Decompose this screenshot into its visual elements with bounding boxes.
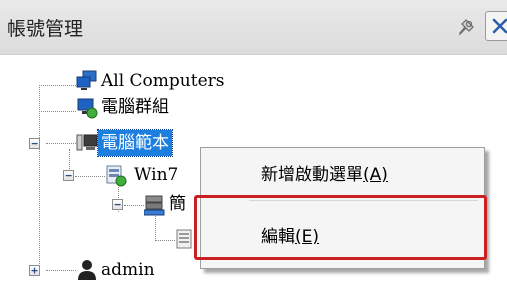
collapse-toggle[interactable]: − bbox=[112, 199, 123, 210]
tree-item-subfolder[interactable]: 簡 bbox=[144, 191, 189, 217]
tree-line bbox=[75, 176, 105, 177]
tree-item-label: admin bbox=[101, 260, 155, 280]
menu-item-accelerator: (A) bbox=[363, 165, 388, 185]
tree-item-win7[interactable]: Win7 bbox=[105, 162, 181, 188]
tree-line bbox=[124, 205, 144, 206]
computer-template-icon bbox=[76, 134, 98, 151]
menu-item-label: 新增啟動選單 bbox=[261, 165, 363, 185]
tree-line bbox=[46, 270, 76, 271]
tree-item-label: 簡 bbox=[169, 194, 186, 214]
monitor-group-icon bbox=[77, 98, 98, 119]
tree-line bbox=[39, 111, 76, 112]
collapse-toggle[interactable]: − bbox=[63, 170, 74, 181]
user-icon bbox=[78, 260, 96, 280]
disk-image-icon bbox=[106, 165, 127, 187]
server-icon bbox=[144, 195, 165, 216]
expand-toggle[interactable]: + bbox=[29, 265, 40, 276]
window-title: 帳號管理 bbox=[7, 18, 84, 40]
tree-item-label: All Computers bbox=[101, 71, 225, 91]
tree-item-all-computers[interactable]: All Computers bbox=[76, 68, 228, 94]
highlight-annotation bbox=[194, 195, 487, 260]
tree-line bbox=[39, 85, 76, 86]
tree-item-label: 電腦群組 bbox=[101, 97, 169, 117]
tree-line bbox=[155, 240, 175, 241]
tree-line bbox=[46, 143, 76, 144]
tree-item-label: 電腦範本 bbox=[97, 129, 173, 157]
tree-item-admin[interactable]: admin bbox=[76, 257, 158, 283]
close-icon bbox=[492, 18, 507, 34]
tree-item-label: Win7 bbox=[134, 165, 179, 185]
tree-item-computer-template[interactable]: 電腦範本 bbox=[76, 129, 173, 157]
window-titlebar: 帳號管理 bbox=[0, 0, 507, 55]
tree-item-computer-group[interactable]: 電腦群組 bbox=[76, 94, 172, 120]
close-button[interactable] bbox=[485, 11, 507, 41]
tree-line bbox=[39, 85, 40, 270]
document-icon bbox=[176, 229, 192, 249]
collapse-toggle[interactable]: − bbox=[29, 138, 40, 149]
menu-item-add-boot-menu[interactable]: 新增啟動選單(A) bbox=[201, 152, 484, 198]
monitor-network-icon bbox=[76, 70, 97, 90]
pin-icon[interactable] bbox=[454, 15, 478, 39]
